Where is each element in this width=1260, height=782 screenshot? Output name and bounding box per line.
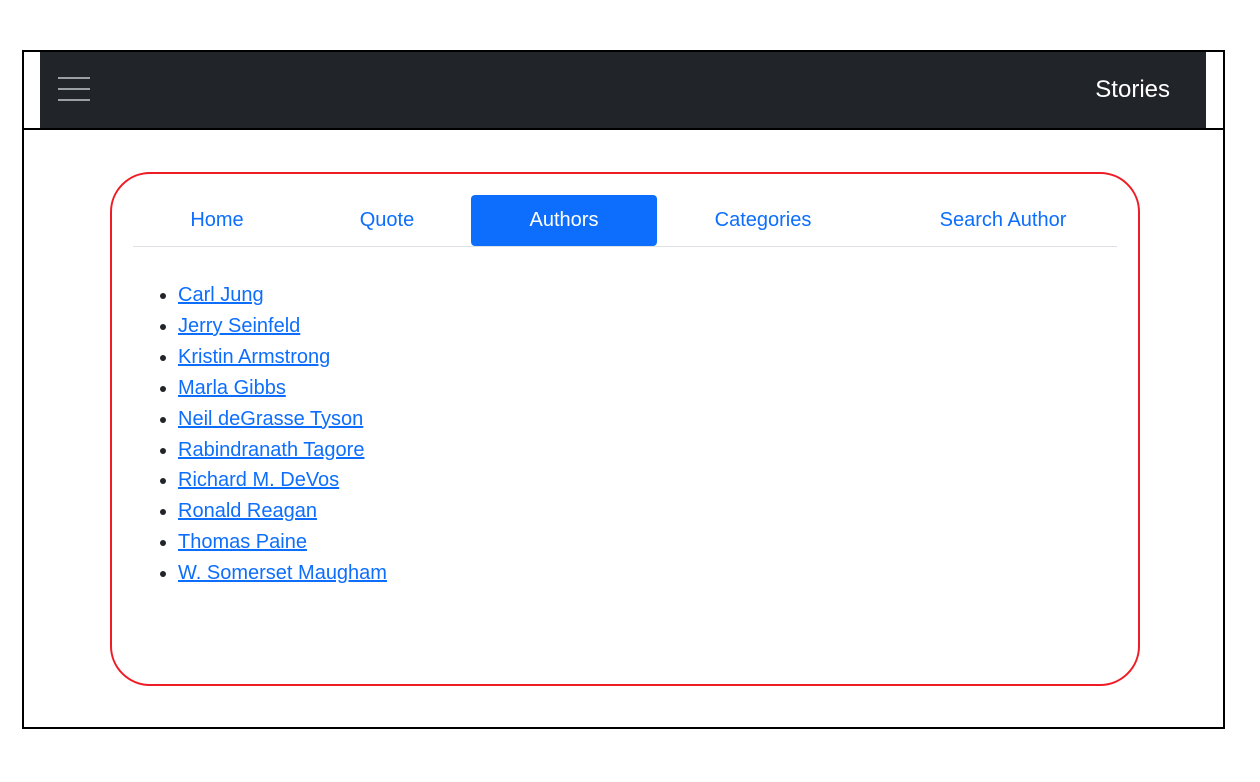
- list-item: Carl Jung: [178, 280, 387, 311]
- author-link-kristin-armstrong[interactable]: Kristin Armstrong: [178, 346, 330, 368]
- author-link-neil-degrasse-tyson[interactable]: Neil deGrasse Tyson: [178, 408, 363, 430]
- list-item: Thomas Paine: [178, 527, 387, 558]
- app-frame: Stories Home Quote Authors Categories Se…: [22, 50, 1225, 729]
- author-link-marla-gibbs[interactable]: Marla Gibbs: [178, 377, 286, 399]
- hamburger-line: [58, 77, 90, 79]
- hamburger-line: [58, 99, 90, 101]
- list-item: W. Somerset Maugham: [178, 558, 387, 589]
- brand-link[interactable]: Stories: [1095, 76, 1170, 104]
- author-link-jerry-seinfeld[interactable]: Jerry Seinfeld: [178, 315, 300, 337]
- navbar-divider: [24, 128, 1223, 130]
- list-item: Rabindranath Tagore: [178, 435, 387, 466]
- content-card: Home Quote Authors Categories Search Aut…: [110, 172, 1140, 686]
- hamburger-line: [58, 88, 90, 90]
- author-link-thomas-paine[interactable]: Thomas Paine: [178, 531, 307, 553]
- author-link-richard-devos[interactable]: Richard M. DeVos: [178, 469, 339, 491]
- list-item: Marla Gibbs: [178, 373, 387, 404]
- tab-search-author[interactable]: Search Author: [913, 195, 1093, 246]
- list-item: Richard M. DeVos: [178, 465, 387, 496]
- tab-categories[interactable]: Categories: [703, 195, 823, 246]
- list-item: Kristin Armstrong: [178, 342, 387, 373]
- author-link-rabindranath-tagore[interactable]: Rabindranath Tagore: [178, 439, 364, 461]
- list-item: Neil deGrasse Tyson: [178, 404, 387, 435]
- author-link-carl-jung[interactable]: Carl Jung: [178, 284, 264, 306]
- author-list: Carl Jung Jerry Seinfeld Kristin Armstro…: [178, 280, 387, 589]
- nav-tabs: Home Quote Authors Categories Search Aut…: [133, 195, 1117, 247]
- list-item: Ronald Reagan: [178, 496, 387, 527]
- tab-authors[interactable]: Authors: [471, 195, 657, 246]
- author-link-ronald-reagan[interactable]: Ronald Reagan: [178, 500, 317, 522]
- list-item: Jerry Seinfeld: [178, 311, 387, 342]
- author-link-somerset-maugham[interactable]: W. Somerset Maugham: [178, 562, 387, 584]
- top-navbar: Stories: [40, 52, 1206, 128]
- hamburger-menu-icon[interactable]: [58, 76, 90, 102]
- tab-home[interactable]: Home: [167, 195, 267, 246]
- tab-quote[interactable]: Quote: [337, 195, 437, 246]
